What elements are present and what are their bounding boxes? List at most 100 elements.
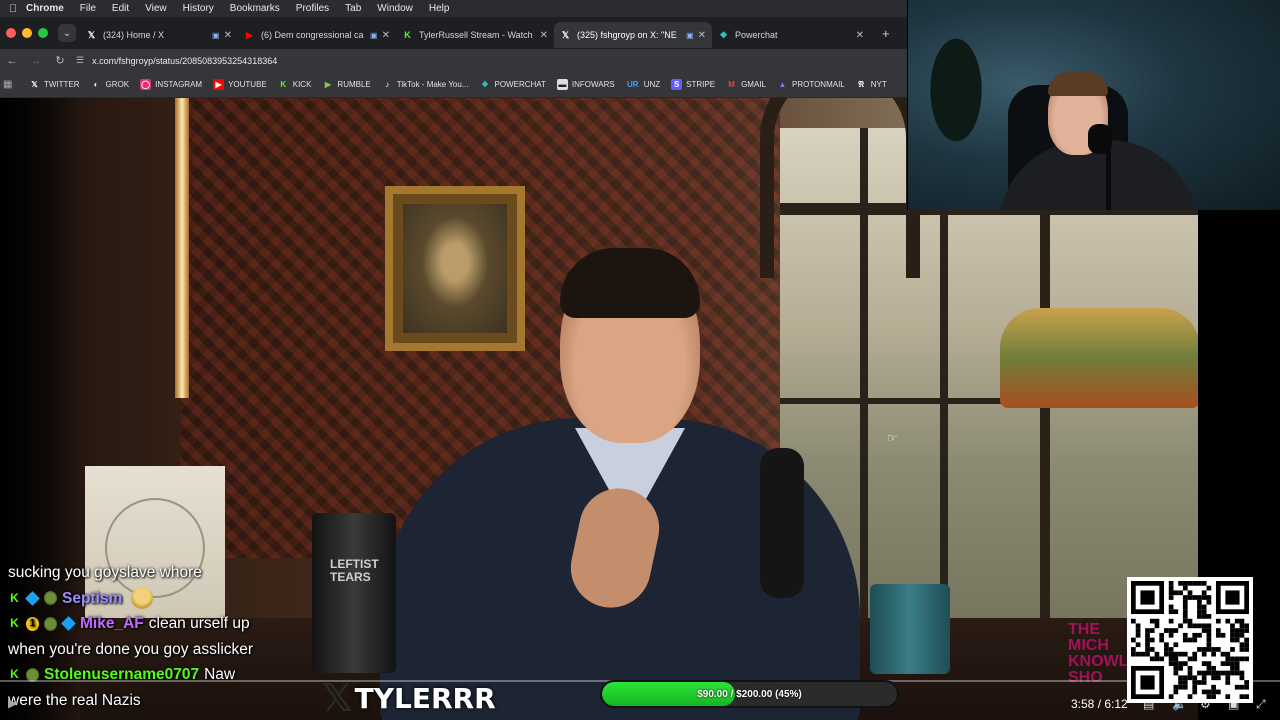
stream-logo-text: TYLERRR: [354, 681, 496, 715]
bookmark-gmail[interactable]: M GMAIL: [726, 79, 766, 90]
tab-media-icon: ▣: [686, 30, 694, 40]
stripe-icon: S: [671, 79, 683, 90]
play-icon[interactable]: ▶: [8, 696, 17, 710]
qr-code-image: [1131, 581, 1249, 699]
bookmark-label: GMAIL: [741, 80, 766, 89]
zoom-window-button[interactable]: [38, 28, 48, 38]
close-window-button[interactable]: [6, 28, 16, 38]
apple-icon[interactable]: : [0, 3, 26, 15]
screen:  Chrome File Edit View History Bookmark…: [0, 0, 1280, 720]
turtle-badge-icon: [44, 616, 57, 631]
bookmark-label: KICK: [292, 80, 312, 89]
window-mullion: [1040, 198, 1050, 688]
kick-icon: K: [10, 616, 19, 630]
painting: [385, 186, 525, 351]
window-controls: [6, 28, 48, 38]
subscriber-badge-icon: [25, 590, 40, 606]
tab-title: (6) Dem congressional ca: [261, 30, 364, 40]
bookmark-twitter[interactable]: 𝕏 TWITTER: [29, 79, 80, 90]
x-logo-icon: 𝕏: [322, 676, 353, 720]
mug: [870, 584, 950, 674]
grok-icon: ◐: [93, 80, 99, 89]
bookmark-label: RUMBLE: [337, 80, 371, 89]
fullscreen-icon[interactable]: ⤢: [1256, 697, 1266, 712]
menu-window[interactable]: Window: [377, 3, 413, 14]
reload-icon[interactable]: ↻: [48, 54, 72, 67]
bookmark-grok[interactable]: ◐ GROK: [91, 79, 129, 90]
gmail-icon: M: [728, 80, 735, 89]
new-tab-button[interactable]: +: [882, 26, 890, 41]
menu-edit[interactable]: Edit: [112, 3, 129, 14]
tab-strip: ⌄ 𝕏 (324) Home / X ▣ ✕ ▶ (6) Dem congres…: [0, 17, 907, 49]
tab-home-x[interactable]: 𝕏 (324) Home / X ▣ ✕: [80, 22, 238, 48]
bookmark-nyt[interactable]: 𝔑 NYT: [856, 79, 886, 90]
chevron-down-icon: ⌄: [62, 27, 72, 39]
tab-title: TylerRussell Stream - Watch L: [419, 30, 536, 40]
video-timestamp: 3:58 / 6:12: [1071, 697, 1128, 711]
close-icon[interactable]: ✕: [224, 30, 232, 41]
address-bar[interactable]: ☰ x.com/fshgroyp/status/2085083953254318…: [76, 55, 277, 66]
chat-overlay: sucking you goyslave whore K Septism K 1…: [8, 560, 308, 713]
bookmark-unz[interactable]: UR UNZ: [626, 79, 660, 90]
bookmark-tiktok[interactable]: ♪ TikTok - Make You...: [382, 79, 468, 90]
powerchat-icon: ❖: [481, 80, 489, 89]
menu-help[interactable]: Help: [429, 3, 450, 14]
mac-menu-bar:  Chrome File Edit View History Bookmark…: [0, 0, 907, 17]
menu-tab[interactable]: Tab: [345, 3, 361, 14]
kick-icon: K: [280, 80, 287, 89]
bookmark-instagram[interactable]: ◯ INSTAGRAM: [140, 79, 202, 90]
back-icon[interactable]: ←: [0, 55, 24, 67]
chat-username[interactable]: Septism: [62, 586, 122, 612]
chat-message: Naw: [204, 666, 236, 683]
tumbler: [312, 513, 396, 673]
chat-message: were the real Nazis: [8, 691, 141, 709]
tab-youtube[interactable]: ▶ (6) Dem congressional ca ▣ ✕: [238, 22, 396, 48]
goal-target: $200.00 (45%): [736, 688, 802, 700]
bookmark-kick[interactable]: K KICK: [278, 79, 312, 90]
chat-username[interactable]: Stolenusername0707: [44, 662, 199, 688]
chat-line: K Stolenusername0707 Naw: [8, 662, 308, 688]
chat-username[interactable]: Mike_AF: [80, 611, 144, 637]
bookmark-label: YOUTUBE: [228, 80, 267, 89]
bookmark-youtube[interactable]: ▶ YOUTUBE: [213, 79, 267, 90]
tab-powerchat[interactable]: ❖ Powerchat ✕: [712, 22, 870, 48]
close-icon[interactable]: ✕: [856, 30, 864, 41]
close-icon[interactable]: ✕: [698, 30, 706, 41]
tab-kick-stream[interactable]: K TylerRussell Stream - Watch L ✕: [396, 22, 554, 48]
menu-profiles[interactable]: Profiles: [296, 3, 329, 14]
close-icon[interactable]: ✕: [382, 30, 390, 41]
menu-chrome[interactable]: Chrome: [26, 3, 64, 14]
bookmark-stripe[interactable]: S STRIPE: [671, 79, 715, 90]
menu-history[interactable]: History: [183, 3, 214, 14]
qr-code[interactable]: [1127, 577, 1253, 703]
menu-bookmarks[interactable]: Bookmarks: [230, 3, 280, 14]
mic-arm: [1106, 150, 1111, 210]
kick-icon: K: [10, 590, 19, 605]
show-watermark: THE MICH KNOWL SHO: [1068, 621, 1129, 686]
youtube-icon: ▶: [213, 79, 225, 90]
site-info-icon[interactable]: ☰: [76, 55, 84, 66]
apps-grid-icon[interactable]: ▦: [3, 79, 21, 90]
bookmark-label: TWITTER: [44, 80, 80, 89]
lamp-light: [175, 98, 189, 398]
url-text[interactable]: x.com/fshgroyp/status/208508395325431836…: [92, 56, 277, 66]
close-icon[interactable]: ✕: [540, 30, 548, 41]
bookmark-protonmail[interactable]: ▲ PROTONMAIL: [777, 79, 845, 90]
forward-icon[interactable]: →: [24, 55, 48, 67]
tab-active-x-post[interactable]: 𝕏 (325) fshgroyp on X: "NE ▣ ✕: [554, 22, 712, 48]
x-icon: 𝕏: [87, 29, 96, 40]
bookmark-label: STRIPE: [686, 80, 716, 89]
menu-file[interactable]: File: [80, 3, 96, 14]
bookmark-label: PROTONMAIL: [791, 80, 845, 89]
tab-search-button[interactable]: ⌄: [58, 24, 76, 42]
bookmark-label: INSTAGRAM: [155, 80, 203, 89]
bookmark-infowars[interactable]: ▬ INFOWARS: [556, 79, 615, 90]
tab-media-icon: ▣: [370, 30, 378, 40]
minimize-window-button[interactable]: [22, 28, 32, 38]
bookmark-rumble[interactable]: ▶ RUMBLE: [322, 79, 371, 90]
bookmark-powerchat[interactable]: ❖ POWERCHAT: [480, 79, 546, 90]
menu-view[interactable]: View: [145, 3, 167, 14]
infowars-icon: ▬: [556, 79, 568, 90]
rank-badge-icon: 1: [26, 616, 39, 631]
chat-line: K Septism: [8, 586, 308, 612]
